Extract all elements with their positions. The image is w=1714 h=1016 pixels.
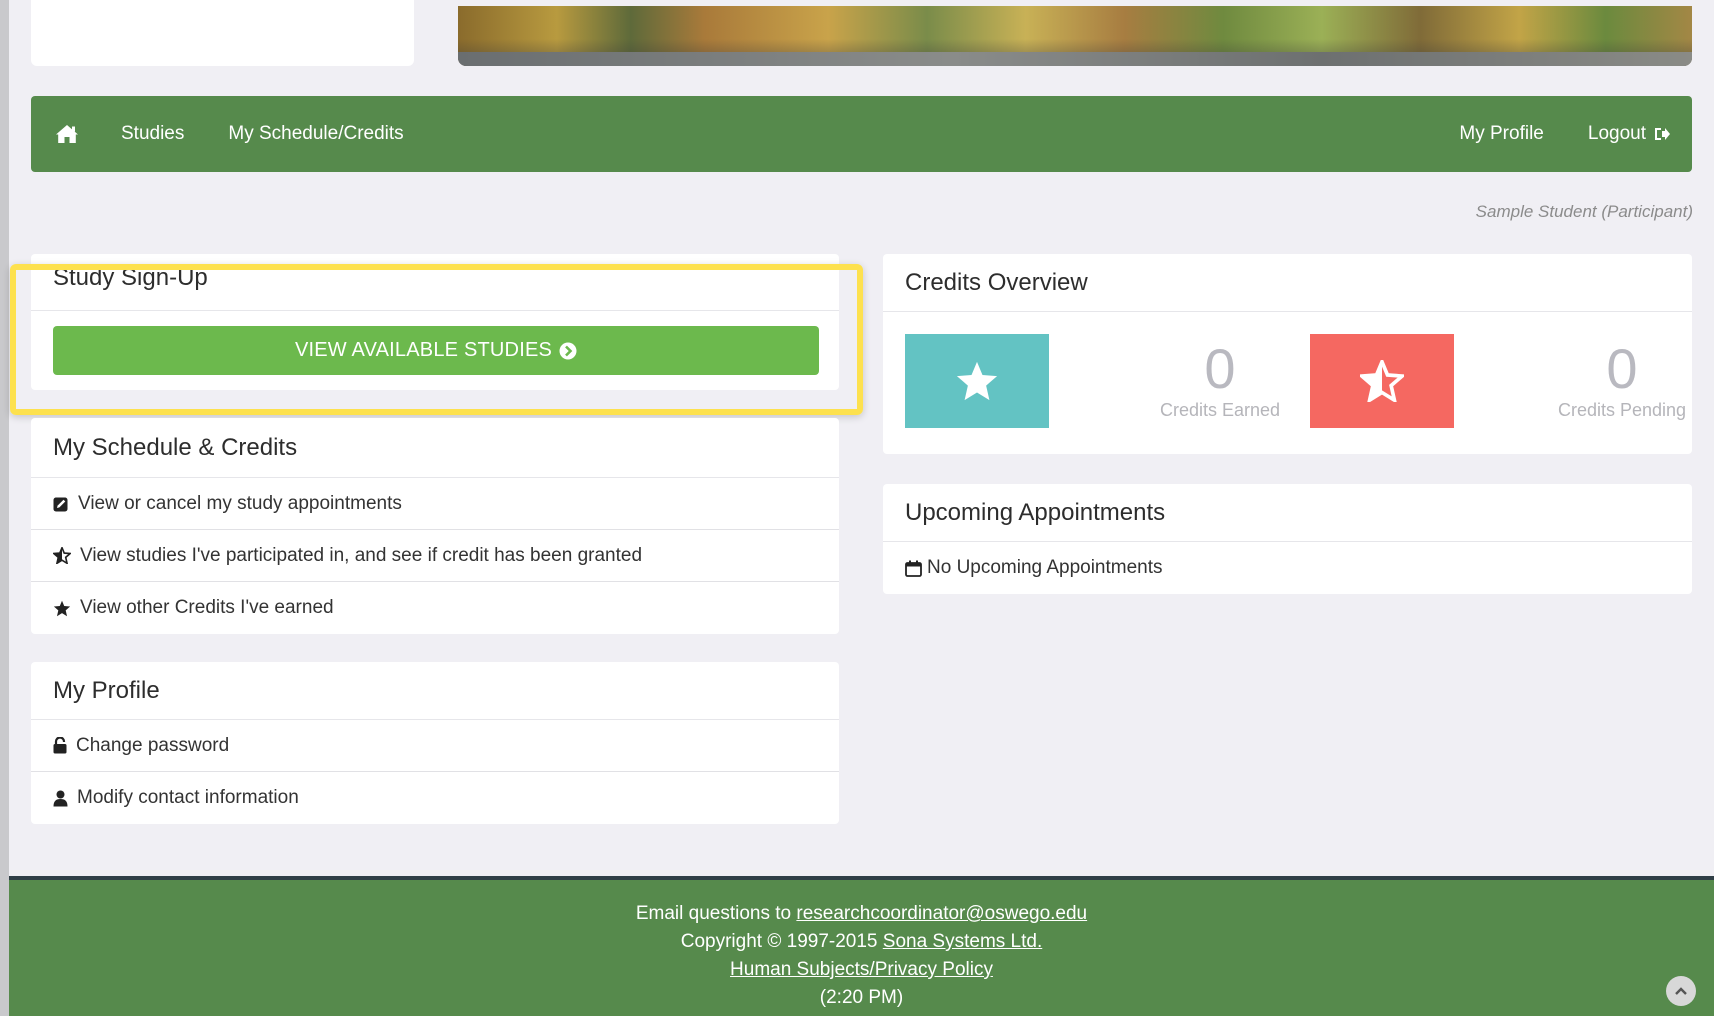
nav-logout[interactable]: Logout	[1566, 96, 1692, 172]
chevron-up-icon	[1675, 987, 1687, 995]
home-icon	[56, 125, 78, 143]
view-available-studies-button[interactable]: VIEW AVAILABLE STUDIES	[53, 326, 819, 375]
footer-email-prefix: Email questions to	[635, 903, 792, 924]
credits-pending-tile	[1310, 334, 1454, 428]
credits-pending-label: Credits Pending	[1557, 400, 1687, 420]
edit-icon	[53, 497, 68, 511]
footer-company-link[interactable]: Sona Systems Ltd.	[883, 931, 1042, 952]
unlock-icon	[53, 737, 67, 754]
star-icon	[956, 361, 998, 401]
page-footer: Email questions to researchcoordinator@o…	[9, 876, 1714, 1016]
nav-my-profile[interactable]: My Profile	[1437, 96, 1565, 172]
no-appointments-message: No Upcoming Appointments	[883, 542, 1692, 594]
scroll-to-top-button[interactable]	[1666, 976, 1696, 1006]
chevron-circle-right-icon	[559, 342, 577, 359]
study-signup-title: Study Sign-Up	[53, 264, 208, 291]
banner-road	[458, 52, 1692, 66]
credits-pending-value: 0	[1606, 337, 1638, 400]
list-item-modify-contact[interactable]: Modify contact information	[31, 772, 839, 824]
footer-email-link[interactable]: researchcoordinator@oswego.edu	[796, 903, 1087, 924]
nav-studies[interactable]: Studies	[99, 96, 206, 172]
nav-logout-label: Logout	[1587, 123, 1646, 144]
footer-policy-line: Human Subjects/Privacy Policy	[9, 956, 1714, 984]
list-item-view-cancel-appointments[interactable]: View or cancel my study appointments	[31, 478, 839, 530]
my-profile-title: My Profile	[31, 662, 839, 720]
header-logo-area	[31, 0, 414, 66]
view-available-studies-label: VIEW AVAILABLE STUDIES	[294, 339, 553, 361]
footer-policy-link[interactable]: Human Subjects/Privacy Policy	[730, 959, 993, 980]
star-icon	[53, 600, 71, 616]
no-appointments-label: No Upcoming Appointments	[927, 557, 1163, 578]
footer-email-line: Email questions to researchcoordinator@o…	[9, 900, 1714, 928]
credits-overview-title: Credits Overview	[883, 254, 1692, 312]
credits-overview-panel: Credits Overview 0 Credits Earned 0 Cred…	[883, 254, 1692, 454]
list-item-label: View or cancel my study appointments	[78, 492, 402, 514]
upcoming-appointments-title: Upcoming Appointments	[883, 484, 1692, 542]
footer-time: (2:20 PM)	[819, 987, 904, 1008]
main-navbar: Studies My Schedule/Credits My Profile L…	[31, 96, 1692, 172]
list-item-participated-studies[interactable]: View studies I've participated in, and s…	[31, 530, 839, 582]
credits-earned-label: Credits Earned	[1159, 400, 1281, 420]
schedule-credits-title: My Schedule & Credits	[31, 418, 839, 478]
list-item-label: Modify contact information	[77, 787, 299, 808]
list-item-label: Change password	[76, 734, 230, 756]
footer-copyright-line: Copyright © 1997-2015 Sona Systems Ltd.	[9, 928, 1714, 956]
list-item-other-credits[interactable]: View other Credits I've earned	[31, 582, 839, 634]
calendar-icon	[905, 560, 922, 577]
study-signup-heading: Study Sign-Up	[31, 254, 839, 311]
list-item-label: View other Credits I've earned	[80, 597, 334, 618]
credits-earned-tile	[905, 334, 1049, 428]
current-user-label: Sample Student (Participant)	[1475, 202, 1693, 221]
list-item-label: View studies I've participated in, and s…	[80, 544, 643, 566]
nav-home[interactable]	[31, 96, 99, 172]
logout-icon	[1655, 128, 1670, 140]
user-icon	[53, 790, 68, 806]
schedule-credits-panel: My Schedule & Credits View or cancel my …	[31, 418, 839, 634]
nav-schedule-credits[interactable]: My Schedule/Credits	[206, 96, 425, 172]
header-banner-image	[458, 6, 1692, 66]
my-profile-panel: My Profile Change password Modify contac…	[31, 662, 839, 824]
upcoming-appointments-panel: Upcoming Appointments No Upcoming Appoin…	[883, 484, 1692, 594]
page-left-edge	[0, 0, 9, 1016]
footer-copyright-prefix: Copyright © 1997-2015	[680, 931, 878, 952]
list-item-change-password[interactable]: Change password	[31, 720, 839, 772]
half-star-icon	[1360, 360, 1404, 402]
credits-earned-value: 0	[1204, 337, 1236, 400]
study-signup-panel: Study Sign-Up VIEW AVAILABLE STUDIES	[31, 254, 839, 390]
half-star-icon	[53, 547, 71, 564]
